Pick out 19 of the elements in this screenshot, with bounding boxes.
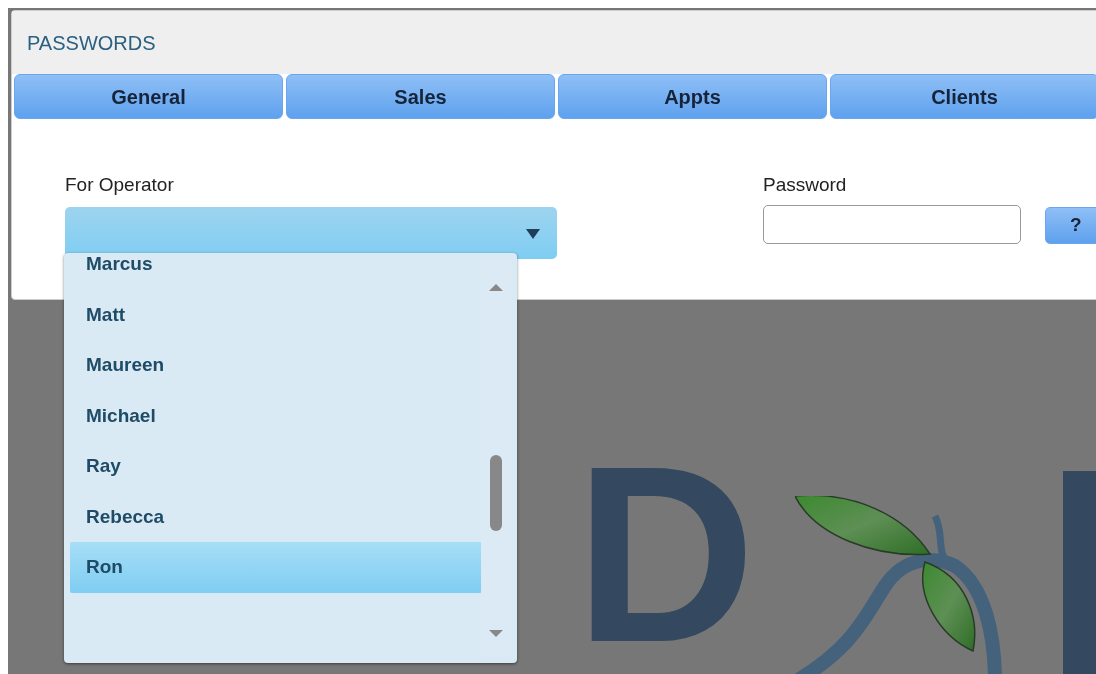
dialog-title: PASSWORDS [12,11,1096,74]
dropdown-option[interactable]: Ray [70,441,482,492]
tab[interactable]: Clients [830,74,1096,119]
dropdown-option[interactable]: Matt [70,289,482,340]
dropdown-option[interactable]: Rebecca [70,491,482,542]
dropdown-option[interactable]: Maureen [70,340,482,391]
password-field[interactable] [763,205,1021,244]
caret-icon [526,229,540,239]
tab[interactable]: Sales [286,74,555,119]
dropdown-option[interactable]: Marcus [70,253,482,290]
field-label: For Operator [65,173,174,197]
dropdown-option[interactable]: Michael [70,390,482,441]
dropdown-option[interactable]: Ron [70,542,482,593]
field-label: Password [763,173,847,197]
help-button[interactable]: ? [1045,207,1096,244]
logo-letter: D [575,430,756,674]
operator-dropdown[interactable] [65,207,557,259]
tab[interactable]: General [14,74,283,119]
tab[interactable]: Appts [558,74,827,119]
